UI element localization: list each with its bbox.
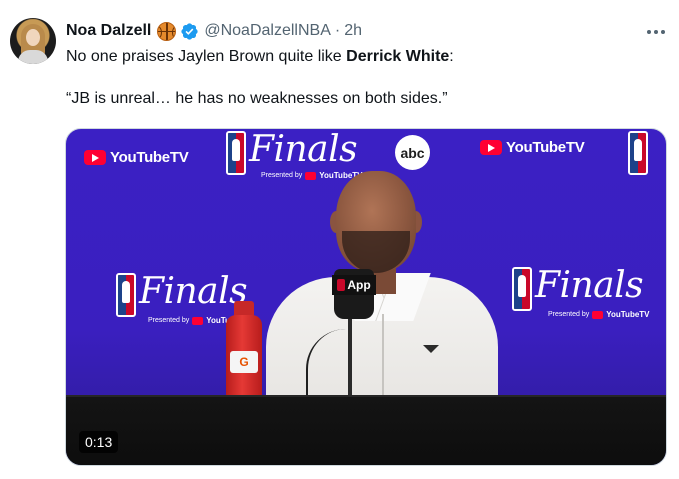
author-handle[interactable]: @NoaDalzellNBA [204,22,331,40]
presented-sponsor: YouTubeTV [606,310,650,319]
avatar-face [26,29,40,46]
gatorade-logo-icon: G [230,351,258,373]
youtubetv-label: YouTubeTV [110,149,189,166]
jacket-zipper [382,314,384,404]
basketball-icon [157,21,177,41]
presented-by-text: Presented by [148,317,190,324]
nba-logo-icon [512,267,532,311]
youtube-icon [192,316,204,325]
finals-label: Finals [249,129,358,170]
gatorade-bottle: G [226,301,262,399]
tweet-text-lead: No one praises Jaylen Brown quite like [66,48,347,65]
youtubetv-logo: YouTubeTV [84,149,189,166]
separator-dot: · [334,22,341,39]
presented-by-text: Presented by [548,311,590,318]
video-player[interactable]: YouTubeTV Finals Presented by YouTubeTV … [65,128,667,466]
youtube-icon [84,150,106,165]
verified-badge-icon[interactable] [180,22,199,41]
press-table [66,397,666,465]
author-display-name[interactable]: Noa Dalzell [66,22,151,40]
tweet-quote: “JB is unreal… he has no weaknesses on b… [66,90,448,107]
nba-logo-icon [116,273,136,317]
nba-app-logo-icon [337,279,346,291]
video-duration-badge: 0:13 [79,431,119,453]
youtube-icon [480,140,502,155]
youtube-icon [592,310,604,319]
mic-flag: App [332,275,376,295]
avatar[interactable] [10,18,56,64]
presented-by-tag: Presented by YouTubeTV [548,310,650,319]
tweet-card[interactable]: Noa Dalzell @NoaDalzellNBA · 2h No one p… [0,0,679,479]
more-options-icon[interactable] [642,18,670,46]
nba-logo-icon [226,131,246,175]
timestamp[interactable]: 2h [344,22,362,40]
avatar-shirt [18,50,48,64]
jacket-badge-icon [423,345,439,353]
mic-stand [348,309,352,399]
youtubetv-logo: YouTubeTV [480,139,585,156]
finals-logo [628,131,648,175]
finals-label: Finals [535,265,644,306]
abc-logo: abc [395,135,430,170]
finals-logo: Finals [512,265,644,311]
tweet-text-bold-name: Derrick White [346,48,450,65]
mic-flag-label: App [347,278,371,292]
speaker [266,169,506,407]
speaker-beard [342,231,410,273]
nba-logo-icon [628,131,648,175]
tweet-text-colon: : [449,48,454,65]
tweet-text: No one praises Jaylen Brown quite like D… [66,46,666,109]
tweet-text-line1: No one praises Jaylen Brown quite like D… [66,46,666,67]
tweet-header: Noa Dalzell @NoaDalzellNBA · 2h [66,20,362,42]
youtubetv-label: YouTubeTV [506,139,585,156]
